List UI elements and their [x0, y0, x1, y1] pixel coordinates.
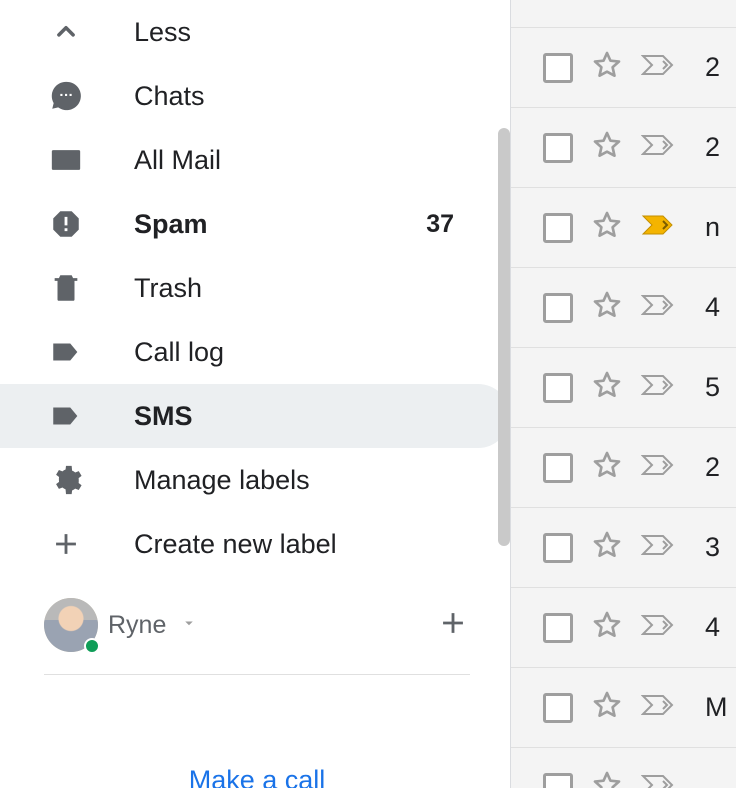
mail-icon [48, 142, 84, 178]
star-icon[interactable] [591, 289, 623, 326]
importance-icon[interactable] [641, 53, 681, 82]
sidebar-item-label: Chats [134, 81, 510, 112]
star-icon[interactable] [591, 769, 623, 788]
star-icon[interactable] [591, 529, 623, 566]
presence-indicator [84, 638, 100, 654]
sidebar-item-label: All Mail [134, 145, 510, 176]
importance-icon[interactable] [641, 373, 681, 402]
mail-row[interactable]: n [511, 188, 736, 268]
mail-sender-fragment: 5 [705, 372, 720, 403]
mail-row[interactable]: M [511, 668, 736, 748]
mail-checkbox[interactable] [543, 533, 573, 563]
mail-sender-fragment: 4 [705, 292, 720, 323]
sidebar-item-label: Trash [134, 273, 510, 304]
sidebar: Less Chats All Mail Spam37 Trash Call log SMS M… [0, 0, 510, 788]
star-icon[interactable] [591, 209, 623, 246]
spam-icon [48, 206, 84, 242]
sidebar-nav: Less Chats All Mail Spam37 Trash Call log SMS M… [0, 0, 510, 576]
importance-icon[interactable] [641, 293, 681, 322]
importance-icon[interactable] [641, 613, 681, 642]
sidebar-item-spam[interactable]: Spam37 [0, 192, 510, 256]
sidebar-item-label: SMS [134, 401, 510, 432]
sidebar-item-manage-labels[interactable]: Manage labels [0, 448, 510, 512]
hangouts-panel: Ryne Make a call [0, 578, 510, 788]
mail-checkbox[interactable] [543, 373, 573, 403]
importance-icon[interactable] [641, 453, 681, 482]
hangouts-username: Ryne [108, 611, 166, 640]
mail-sender-fragment: M [705, 692, 728, 723]
star-icon[interactable] [591, 369, 623, 406]
mail-row[interactable]: 3 [511, 508, 736, 588]
mail-row-partial [511, 0, 736, 28]
sidebar-item-sms[interactable]: SMS [0, 384, 510, 448]
sidebar-scrollbar[interactable] [498, 128, 510, 546]
sidebar-item-create-new-label[interactable]: Create new label [0, 512, 510, 576]
mail-row[interactable]: 4 [511, 588, 736, 668]
hangouts-divider [44, 674, 470, 675]
sidebar-item-label: Less [134, 17, 510, 48]
star-icon[interactable] [591, 449, 623, 486]
mail-sender-fragment: 3 [705, 532, 720, 563]
mail-sender-fragment: 2 [705, 52, 720, 83]
importance-icon[interactable] [641, 773, 681, 788]
mail-checkbox[interactable] [543, 613, 573, 643]
mail-sender-fragment: 2 [705, 132, 720, 163]
star-icon[interactable] [591, 689, 623, 726]
mail-checkbox[interactable] [543, 773, 573, 788]
importance-icon[interactable] [641, 213, 681, 242]
trash-icon [48, 270, 84, 306]
mail-checkbox[interactable] [543, 693, 573, 723]
chat-icon [48, 78, 84, 114]
mail-row[interactable] [511, 748, 736, 788]
importance-icon[interactable] [641, 133, 681, 162]
mail-row[interactable]: 4 [511, 268, 736, 348]
mail-row[interactable]: 2 [511, 108, 736, 188]
label-icon [48, 334, 84, 370]
label-icon [48, 398, 84, 434]
star-icon[interactable] [591, 609, 623, 646]
chevron-down-icon [180, 614, 198, 637]
plus-icon [48, 526, 84, 562]
sidebar-item-chats[interactable]: Chats [0, 64, 510, 128]
sidebar-item-all-mail[interactable]: All Mail [0, 128, 510, 192]
gear-icon [48, 462, 84, 498]
mail-row[interactable]: 5 [511, 348, 736, 428]
sidebar-item-label: Manage labels [134, 465, 510, 496]
mail-row[interactable]: 2 [511, 428, 736, 508]
mail-row[interactable]: 2 [511, 28, 736, 108]
mail-checkbox[interactable] [543, 213, 573, 243]
sidebar-item-trash[interactable]: Trash [0, 256, 510, 320]
mail-checkbox[interactable] [543, 453, 573, 483]
importance-icon[interactable] [641, 693, 681, 722]
star-icon[interactable] [591, 129, 623, 166]
mail-checkbox[interactable] [543, 133, 573, 163]
mail-sender-fragment: 2 [705, 452, 720, 483]
sidebar-item-count: 37 [426, 210, 454, 239]
make-a-call-link[interactable]: Make a call [44, 765, 470, 788]
sidebar-item-label: Create new label [134, 529, 510, 560]
sidebar-item-label: Spam [134, 209, 426, 240]
sidebar-item-label: Call log [134, 337, 510, 368]
mail-checkbox[interactable] [543, 53, 573, 83]
mail-sender-fragment: n [705, 212, 720, 243]
sidebar-item-call-log[interactable]: Call log [0, 320, 510, 384]
mail-sender-fragment: 4 [705, 612, 720, 643]
hangouts-user-button[interactable]: Ryne [44, 598, 198, 652]
star-icon[interactable] [591, 49, 623, 86]
mail-list: 2 2 n 4 5 2 3 4 M [510, 0, 736, 788]
avatar [44, 598, 98, 652]
sidebar-item-less[interactable]: Less [0, 0, 510, 64]
importance-icon[interactable] [641, 533, 681, 562]
hangouts-new-button[interactable] [436, 606, 470, 645]
chevron-up-icon [48, 14, 84, 50]
mail-checkbox[interactable] [543, 293, 573, 323]
